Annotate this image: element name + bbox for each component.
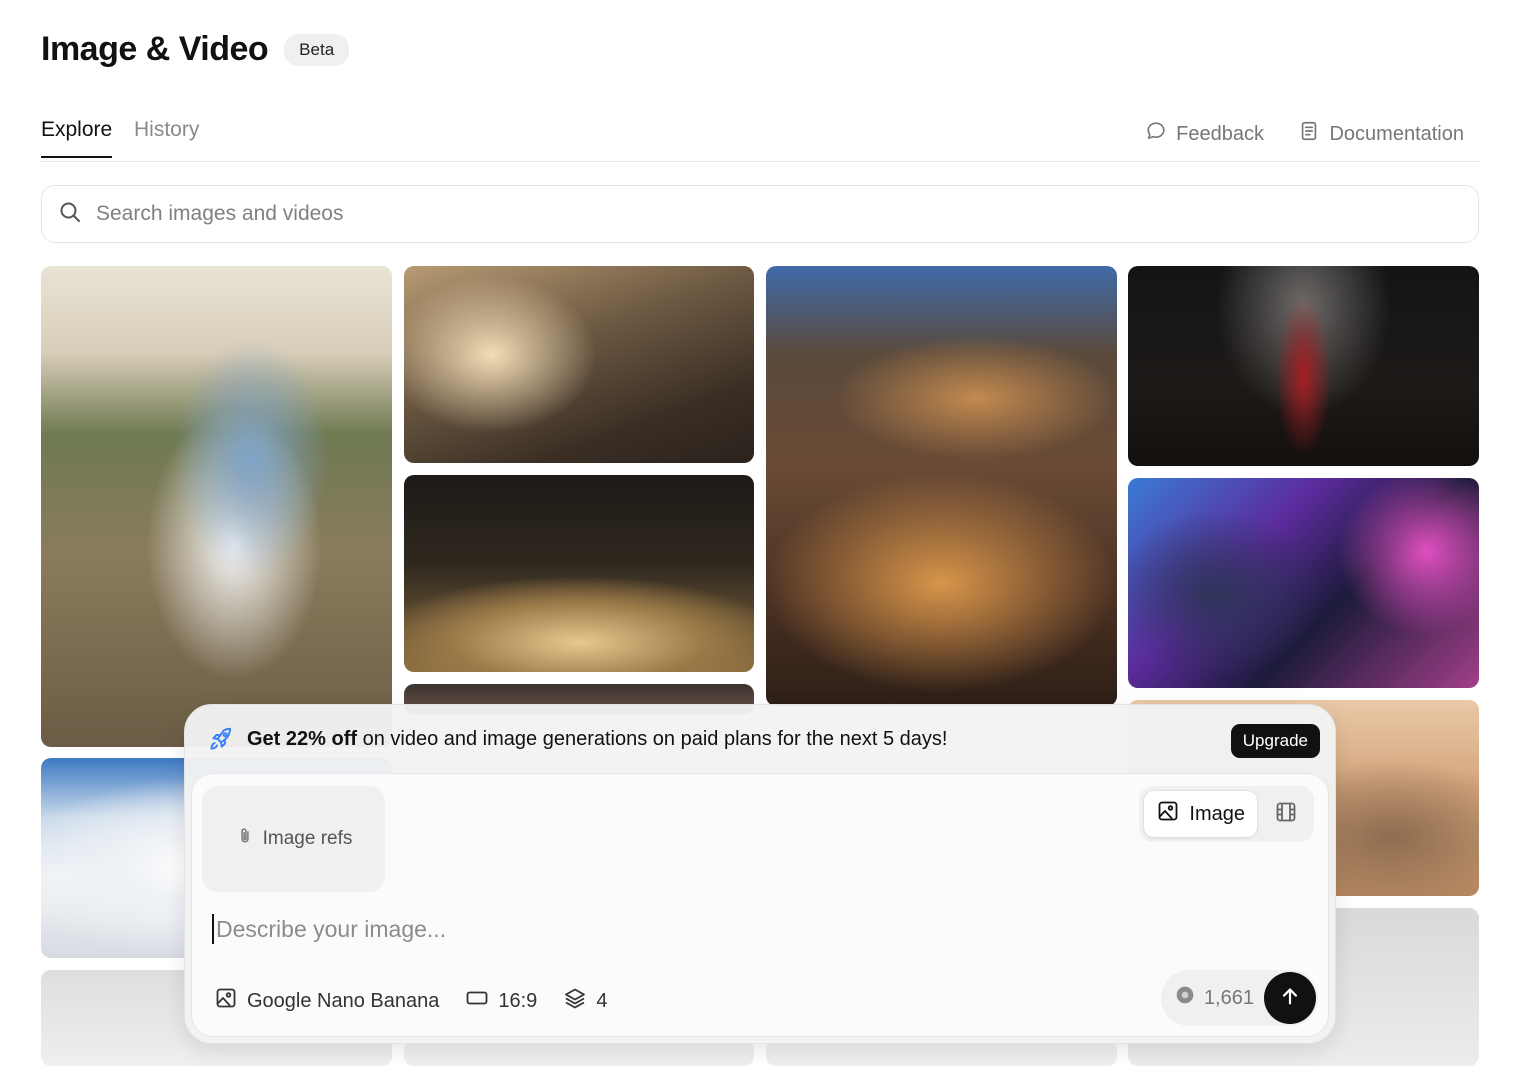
arrow-up-icon bbox=[1279, 985, 1301, 1012]
image-icon bbox=[1156, 799, 1180, 829]
gallery-image-spaceship-planet[interactable] bbox=[404, 475, 754, 672]
prompt-composer: Image refs Image Google Nano Banan bbox=[191, 773, 1329, 1037]
model-label: Google Nano Banana bbox=[247, 989, 440, 1012]
credit-coin-icon bbox=[1175, 985, 1195, 1011]
documentation-label: Documentation bbox=[1329, 122, 1464, 145]
aspect-ratio-label: 16:9 bbox=[498, 989, 538, 1012]
image-refs-button[interactable]: Image refs bbox=[202, 786, 385, 892]
search-icon bbox=[58, 200, 82, 229]
documentation-link[interactable]: Documentation bbox=[1298, 120, 1464, 148]
generation-options: Google Nano Banana 16:9 4 bbox=[214, 986, 607, 1016]
page-title: Image & Video bbox=[41, 30, 269, 68]
feedback-label: Feedback bbox=[1176, 122, 1264, 145]
rocket-icon bbox=[207, 725, 235, 753]
count-selector[interactable]: 4 bbox=[563, 986, 607, 1016]
beta-badge: Beta bbox=[284, 33, 350, 66]
image-icon bbox=[214, 986, 238, 1016]
page-header: Image & Video Beta bbox=[41, 30, 350, 69]
model-selector[interactable]: Google Nano Banana bbox=[214, 986, 439, 1016]
image-refs-label: Image refs bbox=[262, 828, 353, 849]
paperclip-icon bbox=[235, 826, 255, 852]
layers-icon bbox=[563, 986, 587, 1016]
film-icon bbox=[1274, 800, 1298, 829]
gallery-image-surprised-woman[interactable] bbox=[41, 266, 392, 747]
aspect-ratio-icon bbox=[465, 986, 489, 1016]
search-input[interactable] bbox=[96, 202, 1396, 226]
promo-banner: Get 22% off on video and image generatio… bbox=[185, 705, 1335, 773]
gallery-image-pizza-restaurant[interactable] bbox=[766, 266, 1117, 706]
image-mode-label: Image bbox=[1189, 802, 1245, 825]
chat-bubble-icon bbox=[1145, 120, 1167, 148]
credits-and-send: 1,661 bbox=[1160, 970, 1318, 1026]
prompt-input[interactable] bbox=[212, 914, 1112, 944]
promo-discount: Get 22% off bbox=[247, 727, 358, 750]
video-mode-button[interactable] bbox=[1262, 790, 1310, 838]
feedback-link[interactable]: Feedback bbox=[1145, 120, 1264, 148]
upgrade-button[interactable]: Upgrade bbox=[1230, 724, 1320, 758]
count-label: 4 bbox=[596, 989, 608, 1012]
credits-balance: 1,661 bbox=[1175, 985, 1254, 1011]
send-button[interactable] bbox=[1264, 972, 1316, 1024]
tab-bar: Explore History Feedback Documentation bbox=[41, 108, 1479, 162]
generation-panel: Get 22% off on video and image generatio… bbox=[184, 704, 1336, 1044]
promo-details: on video and image generations on paid p… bbox=[357, 727, 948, 750]
tab-explore[interactable]: Explore bbox=[41, 118, 113, 158]
gallery-image-neon-city-taxi[interactable] bbox=[1128, 478, 1479, 688]
credits-value: 1,661 bbox=[1203, 986, 1254, 1009]
promo-message: Get 22% off on video and image generatio… bbox=[247, 728, 947, 751]
gallery-image-cave-restaurant[interactable] bbox=[404, 266, 754, 463]
media-mode-toggle: Image bbox=[1139, 786, 1314, 842]
aspect-ratio-selector[interactable]: 16:9 bbox=[465, 986, 537, 1016]
document-icon bbox=[1298, 120, 1320, 148]
gallery-image-singer-stage[interactable] bbox=[1128, 266, 1479, 466]
image-mode-button[interactable]: Image bbox=[1143, 790, 1258, 838]
search-bar bbox=[41, 185, 1479, 243]
tab-history[interactable]: History bbox=[134, 118, 199, 156]
